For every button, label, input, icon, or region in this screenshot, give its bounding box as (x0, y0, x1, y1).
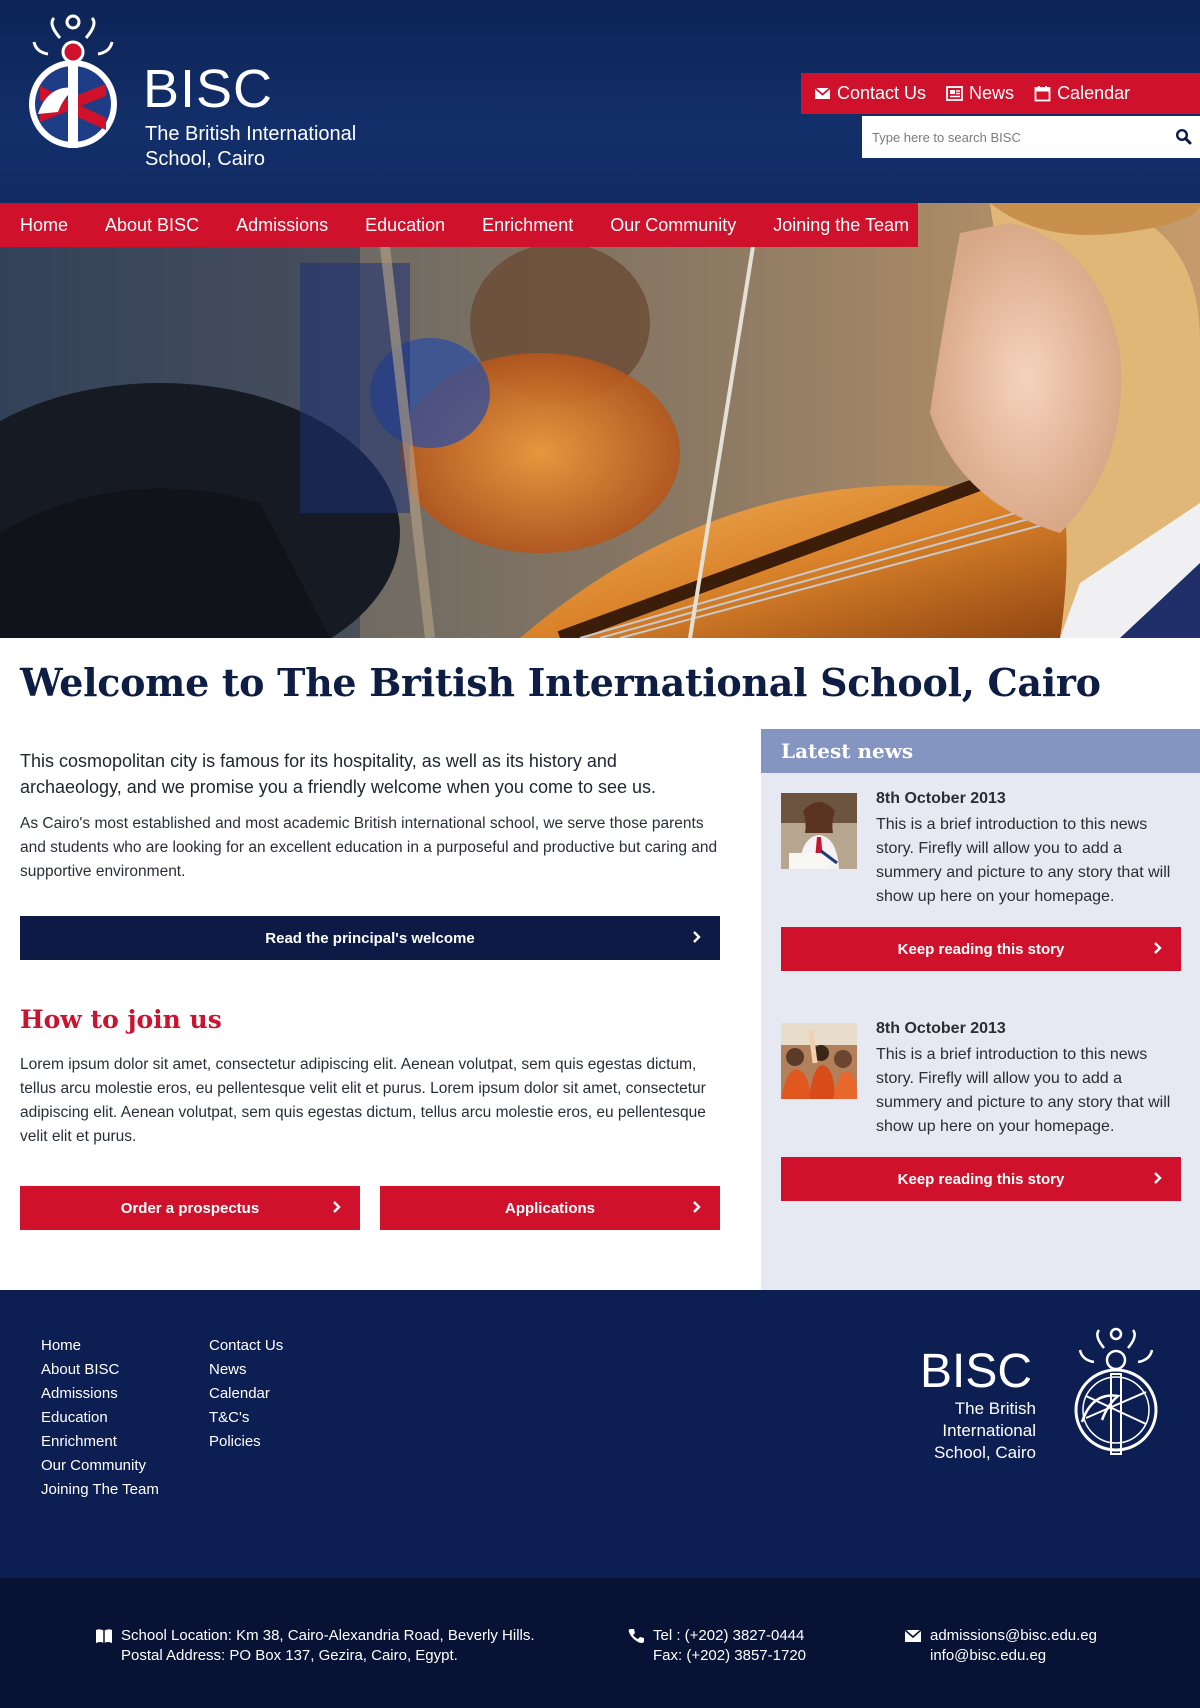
chevron-right-icon (1154, 1172, 1162, 1184)
how-to-join-heading: How to join us (20, 1005, 222, 1034)
keep-reading-label: Keep reading this story (897, 940, 1065, 958)
news-date: 8th October 2013 (876, 1020, 1006, 1037)
keep-reading-label: Keep reading this story (897, 1170, 1065, 1188)
order-prospectus-label: Order a prospectus (120, 1199, 260, 1217)
envelope-icon (904, 1629, 922, 1642)
news-item: 8th October 2013 This is a brief introdu… (781, 1003, 1181, 1163)
calendar-label: Calendar (1057, 83, 1131, 103)
footer-link-education[interactable]: Education (41, 1406, 159, 1430)
footer-logo-subtitle-line3: School, Cairo (933, 1443, 1036, 1462)
latest-news-heading: Latest news (761, 729, 1200, 773)
news-item: 8th October 2013 This is a brief introdu… (781, 773, 1181, 933)
site-footer: Home About BISC Admissions Education Enr… (0, 1290, 1200, 1578)
keep-reading-button[interactable]: Keep reading this story (781, 927, 1181, 971)
hero-image (0, 203, 1200, 638)
order-prospectus-button[interactable]: Order a prospectus (20, 1186, 360, 1230)
footer-link-about-bisc[interactable]: About BISC (41, 1358, 159, 1382)
search-box (862, 116, 1200, 158)
footer-logo-subtitle-line1: The British (954, 1399, 1036, 1418)
nav-enrichment[interactable]: Enrichment (482, 215, 573, 236)
newspaper-icon (946, 86, 963, 101)
footer-link-joining-the-team[interactable]: Joining The Team (41, 1478, 159, 1502)
search-input[interactable] (862, 116, 1162, 158)
footer-link-calendar[interactable]: Calendar (209, 1382, 283, 1406)
footer-links-column-2: Contact Us News Calendar T&C's Policies (209, 1334, 283, 1454)
principal-welcome-label: Read the principal's welcome (265, 929, 475, 947)
footer-link-terms[interactable]: T&C's (209, 1406, 283, 1430)
chevron-right-icon (333, 1201, 341, 1213)
how-to-join-text: Lorem ipsum dolor sit amet, consectetur … (20, 1056, 706, 1145)
latest-news-panel: Latest news 8th October 2013 This is a b… (761, 729, 1200, 1290)
news-link[interactable]: News (946, 83, 1014, 104)
school-location: School Location: Km 38, Cairo-Alexandria… (121, 1627, 535, 1644)
intro-body-text: As Cairo's most established and most aca… (20, 815, 718, 880)
address-block: School Location: Km 38, Cairo-Alexandria… (96, 1626, 535, 1666)
info-email[interactable]: info@bisc.edu.eg (930, 1646, 1097, 1666)
book-icon (96, 1629, 112, 1643)
telephone-number[interactable]: Tel : (+202) 3827-0444 (653, 1626, 806, 1646)
footer-link-contact-us[interactable]: Contact Us (209, 1334, 283, 1358)
utility-bar: Contact Us News Calendar (801, 73, 1200, 114)
news-thumbnail[interactable] (781, 793, 857, 869)
footer-links-column-1: Home About BISC Admissions Education Enr… (41, 1334, 159, 1502)
nav-about-bisc[interactable]: About BISC (105, 215, 199, 236)
footer-logo-wordmark[interactable]: BISC (920, 1348, 1032, 1396)
footer-link-policies[interactable]: Policies (209, 1430, 283, 1454)
footer-crest-logo[interactable] (1068, 1326, 1164, 1466)
logo-wordmark[interactable]: BISC (143, 62, 273, 116)
chevron-right-icon (693, 1201, 701, 1213)
keep-reading-button[interactable]: Keep reading this story (781, 1157, 1181, 1201)
student-writing-photo (781, 793, 857, 869)
news-label: News (969, 83, 1015, 103)
nav-joining-the-team[interactable]: Joining the Team (773, 215, 909, 236)
search-icon[interactable] (1175, 128, 1192, 145)
phone-icon (628, 1629, 644, 1643)
fax-number: Fax: (+202) 3857-1720 (653, 1647, 807, 1664)
logo-subtitle-line1: The British International (145, 123, 357, 145)
footer-link-enrichment[interactable]: Enrichment (41, 1430, 159, 1454)
contact-us-link[interactable]: Contact Us (814, 83, 926, 104)
nav-our-community[interactable]: Our Community (610, 215, 736, 236)
applications-label: Applications (504, 1199, 595, 1217)
chevron-right-icon (1154, 942, 1162, 954)
envelope-icon (814, 87, 831, 99)
intro-lead-text: This cosmopolitan city is famous for its… (20, 751, 657, 797)
chevron-right-icon (693, 931, 701, 943)
news-thumbnail[interactable] (781, 1023, 857, 1099)
page-title: Welcome to The British International Sch… (20, 660, 1101, 705)
students-classroom-photo (781, 1023, 857, 1099)
calendar-link[interactable]: Calendar (1034, 83, 1130, 104)
contact-us-label: Contact Us (837, 83, 927, 103)
footer-link-our-community[interactable]: Our Community (41, 1454, 159, 1478)
footer-link-news[interactable]: News (209, 1358, 283, 1382)
violin-student-photo (0, 203, 1200, 638)
nav-education[interactable]: Education (365, 215, 445, 236)
nav-admissions[interactable]: Admissions (236, 215, 328, 236)
nav-home[interactable]: Home (20, 215, 68, 236)
news-date: 8th October 2013 (876, 790, 1006, 807)
admissions-email[interactable]: admissions@bisc.edu.eg (930, 1626, 1097, 1646)
school-crest-logo[interactable] (18, 14, 128, 168)
footer-logo-subtitle: The British International School, Cairo (900, 1398, 1036, 1464)
postal-address: Postal Address: PO Box 137, Gezira, Cair… (121, 1647, 458, 1664)
site-header: BISC The British International School, C… (0, 0, 1200, 230)
principal-welcome-button[interactable]: Read the principal's welcome (20, 916, 720, 960)
contact-strip: School Location: Km 38, Cairo-Alexandria… (0, 1578, 1200, 1708)
footer-link-home[interactable]: Home (41, 1334, 159, 1358)
logo-subtitle: The British International School, Cairo (145, 122, 405, 172)
phone-block: Tel : (+202) 3827-0444 Fax: (+202) 3857-… (628, 1626, 807, 1666)
calendar-icon (1034, 86, 1051, 102)
footer-logo-subtitle-line2: International (942, 1421, 1036, 1440)
applications-button[interactable]: Applications (380, 1186, 720, 1230)
logo-subtitle-line2: School, Cairo (145, 148, 266, 170)
footer-link-admissions[interactable]: Admissions (41, 1382, 159, 1406)
news-summary: This is a brief introduction to this new… (876, 1046, 1171, 1135)
email-block: admissions@bisc.edu.eg info@bisc.edu.eg (904, 1626, 1097, 1666)
main-navigation: Home About BISC Admissions Education Enr… (0, 203, 918, 247)
news-summary: This is a brief introduction to this new… (876, 816, 1171, 905)
